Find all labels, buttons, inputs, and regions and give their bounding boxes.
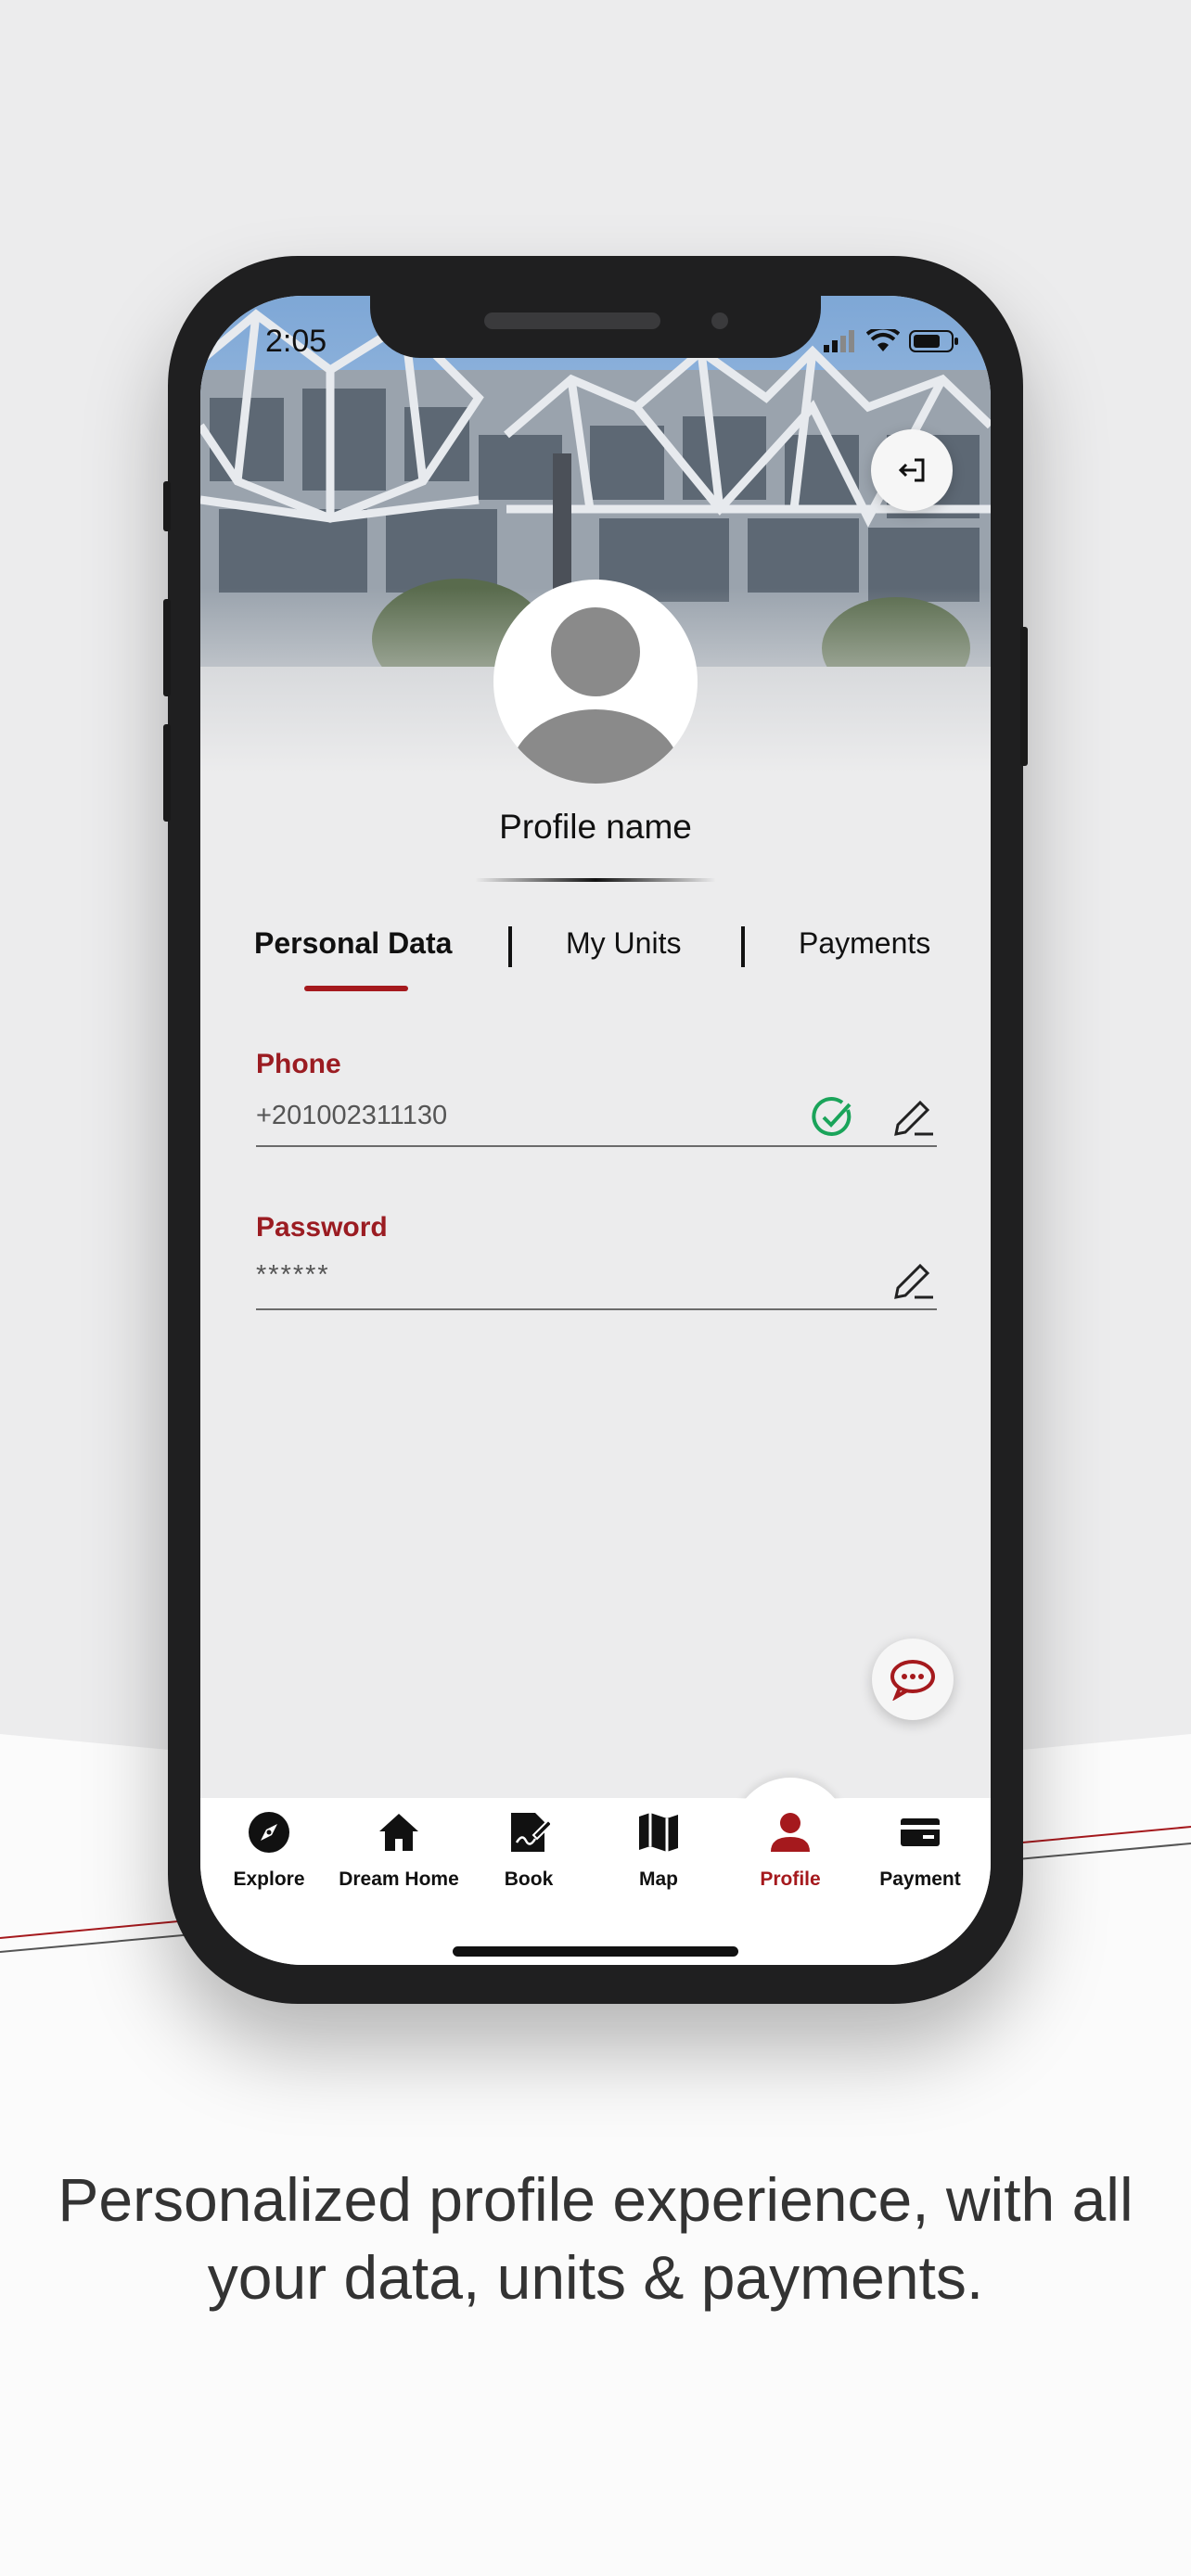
- status-time: 2:05: [265, 324, 327, 359]
- marketing-caption: Personalized profile experience, with al…: [58, 2165, 1133, 2312]
- person-icon: [765, 1807, 815, 1857]
- tab-payments[interactable]: Payments: [799, 926, 930, 961]
- tab-separator: [741, 926, 745, 967]
- compass-icon: [244, 1807, 294, 1857]
- phone-frame: 2:05 Profile name Personal Data My Units…: [163, 256, 1028, 2004]
- phone-underline: [256, 1145, 937, 1147]
- chat-bubble-icon: [890, 1660, 935, 1701]
- map-icon: [634, 1807, 684, 1857]
- nav-dream-home[interactable]: Dream Home: [334, 1807, 464, 1909]
- password-value[interactable]: ******: [256, 1260, 330, 1291]
- profile-name: Profile name: [499, 808, 692, 846]
- nav-label: Explore: [233, 1868, 305, 1890]
- home-indicator: [453, 1946, 738, 1957]
- signal-icon: [824, 330, 854, 352]
- phone-label: Phone: [256, 1049, 341, 1079]
- password-underline: [256, 1308, 937, 1310]
- person-placeholder-icon: [510, 607, 681, 784]
- book-sign-icon: [504, 1807, 554, 1857]
- password-label: Password: [256, 1212, 388, 1243]
- nav-payment[interactable]: Payment: [855, 1807, 985, 1909]
- nav-label: Dream Home: [339, 1868, 459, 1890]
- nav-label: Profile: [760, 1868, 821, 1890]
- nav-label: Map: [639, 1868, 678, 1890]
- nav-explore[interactable]: Explore: [204, 1807, 334, 1909]
- password-field[interactable]: Password ******: [256, 1212, 937, 1314]
- status-icons: [824, 329, 959, 353]
- verified-check-icon: [809, 1093, 857, 1141]
- tab-personal-data[interactable]: Personal Data: [254, 926, 452, 961]
- phone-value[interactable]: +201002311130: [256, 1101, 447, 1131]
- logout-button[interactable]: [871, 429, 953, 511]
- logout-icon: [898, 458, 925, 482]
- phone-field[interactable]: Phone +201002311130: [256, 1049, 937, 1151]
- chat-button[interactable]: [872, 1639, 954, 1720]
- app-screen: 2:05 Profile name Personal Data My Units…: [200, 296, 991, 1965]
- pencil-icon: [894, 1100, 933, 1136]
- wifi-icon: [866, 329, 900, 351]
- nav-map[interactable]: Map: [594, 1807, 724, 1909]
- edit-phone-button[interactable]: [889, 1093, 937, 1141]
- edit-password-button[interactable]: [889, 1256, 937, 1305]
- nav-book[interactable]: Book: [464, 1807, 594, 1909]
- nav-label: Book: [504, 1868, 554, 1890]
- nav-profile[interactable]: Profile: [725, 1807, 855, 1909]
- device-notch: [370, 296, 821, 358]
- name-divider: [475, 878, 716, 882]
- pencil-icon: [894, 1263, 933, 1299]
- tab-my-units[interactable]: My Units: [566, 926, 681, 961]
- avatar[interactable]: [493, 580, 698, 784]
- battery-icon: [909, 330, 958, 352]
- home-icon: [374, 1807, 424, 1857]
- nav-label: Payment: [879, 1868, 961, 1890]
- tab-separator: [508, 926, 512, 967]
- active-tab-indicator: [304, 986, 408, 991]
- card-icon: [895, 1807, 945, 1857]
